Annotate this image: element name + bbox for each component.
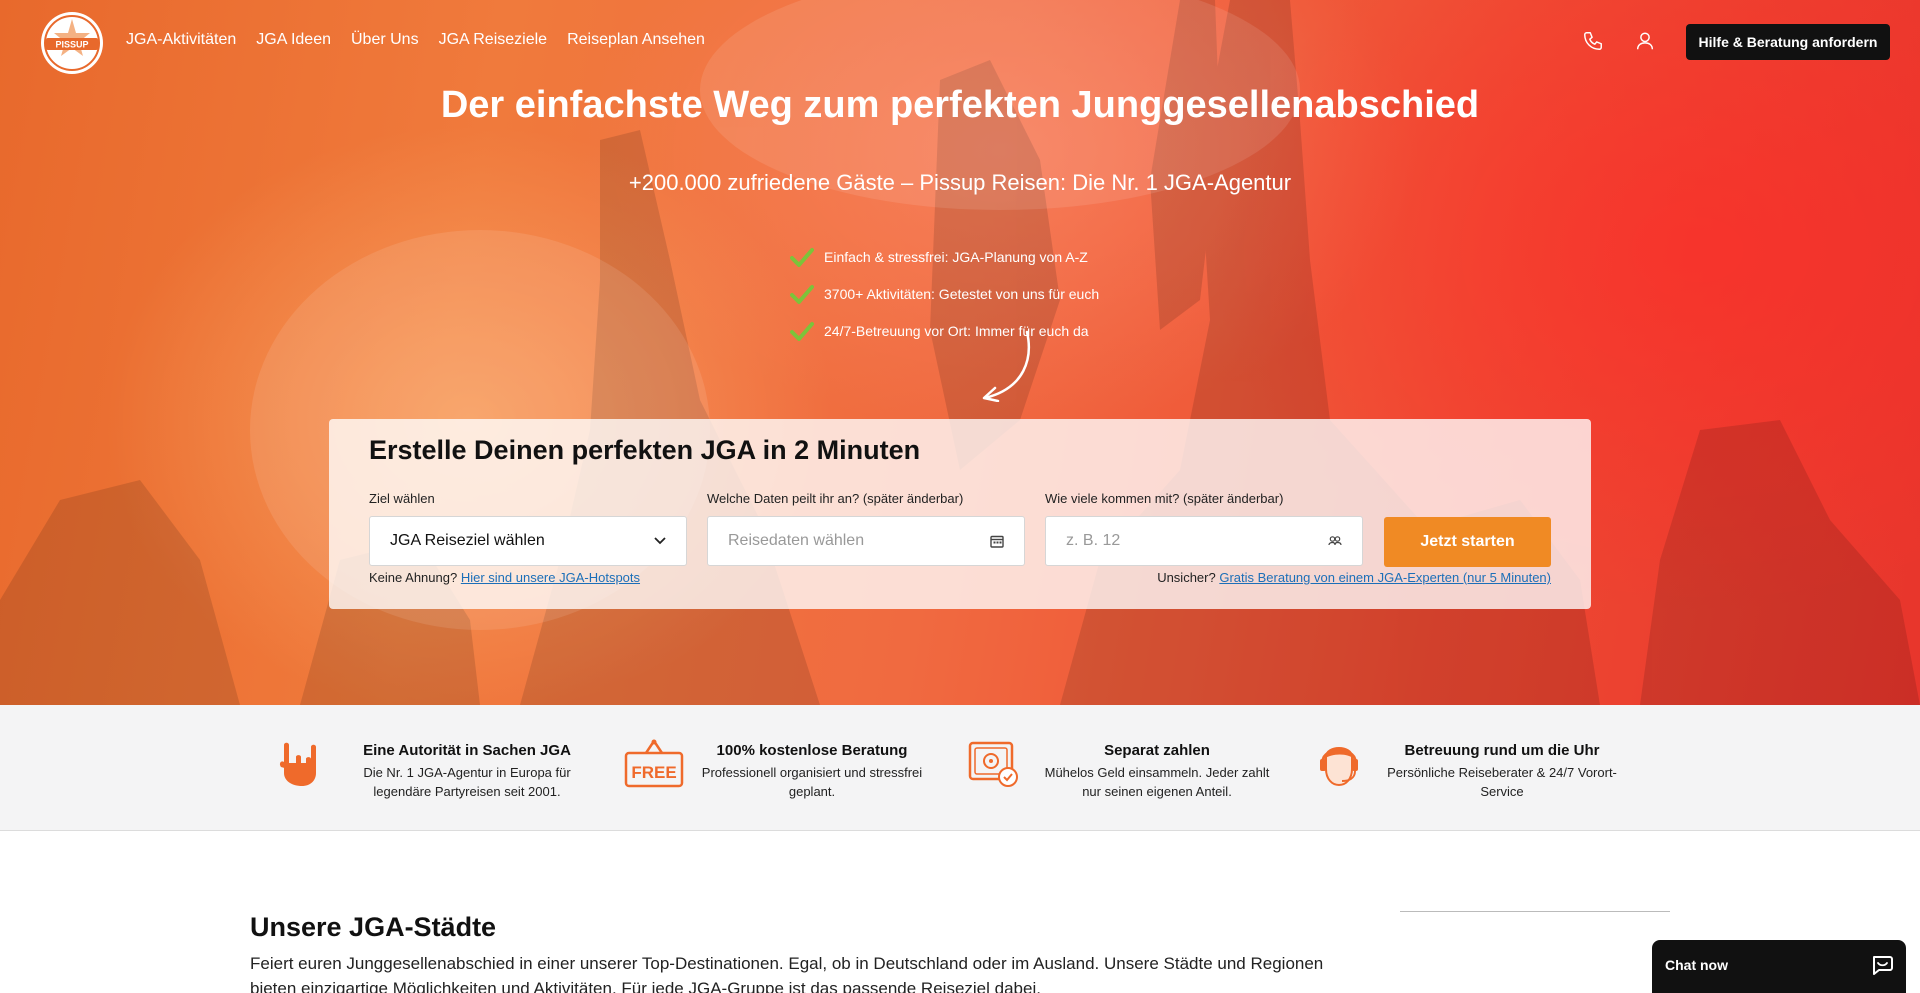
feature-text: 100% kostenlose Beratung Professionell o… — [692, 742, 932, 801]
consultation-hint: Unsicher? Gratis Beratung von einem JGA-… — [1157, 570, 1551, 585]
check-icon — [790, 321, 814, 341]
feature-title: 100% kostenlose Beratung — [716, 742, 908, 759]
people-icon — [1328, 536, 1342, 546]
calendar-icon — [990, 535, 1004, 548]
trip-planner-card: Erstelle Deinen perfekten JGA in 2 Minut… — [329, 419, 1591, 609]
nav-link-reiseplan[interactable]: Reiseplan Ansehen — [567, 31, 705, 49]
dates-input[interactable]: Reisedaten wählen — [707, 516, 1025, 566]
feature-desc: Persönliche Reiseberater & 24/7 Vorort-S… — [1387, 765, 1617, 799]
top-navigation: PISSUP JGA-Aktivitäten JGA Ideen Über Un… — [0, 0, 1920, 84]
usp-item: 24/7-Betreuung vor Ort: Immer für euch d… — [790, 312, 1099, 349]
group-size-placeholder: z. B. 12 — [1066, 532, 1121, 549]
feature-text: Eine Autorität in Sachen JGA Die Nr. 1 J… — [347, 742, 587, 801]
planner-title: Erstelle Deinen perfekten JGA in 2 Minut… — [369, 435, 921, 465]
feature-desc: Mühelos Geld einsammeln. Jeder zahlt nur… — [1044, 765, 1270, 799]
user-icon[interactable] — [1634, 30, 1656, 52]
consultation-hint-prefix: Unsicher? — [1157, 570, 1216, 585]
divider — [1400, 911, 1670, 912]
help-consultation-button[interactable]: Hilfe & Beratung anfordern — [1686, 24, 1890, 60]
destination-label: Ziel wählen — [369, 491, 435, 506]
pissup-logo[interactable]: PISSUP — [40, 11, 104, 75]
hero-headline: Der einfachste Weg zum perfekten Jungges… — [440, 84, 1480, 126]
chat-label: Chat now — [1665, 957, 1728, 973]
main-menu: JGA-Aktivitäten JGA Ideen Über Uns JGA R… — [126, 31, 705, 49]
feature-desc: Die Nr. 1 JGA-Agentur in Europa für lege… — [363, 765, 571, 799]
svg-text:FREE: FREE — [631, 763, 676, 782]
group-size-label: Wie viele kommen mit? (später änderbar) — [1045, 491, 1284, 506]
chevron-down-icon — [654, 537, 666, 545]
free-consultation-link[interactable]: Gratis Beratung von einem JGA-Experten (… — [1219, 570, 1551, 585]
group-size-input[interactable]: z. B. 12 — [1045, 516, 1363, 566]
hero-section: PISSUP JGA-Aktivitäten JGA Ideen Über Un… — [0, 0, 1920, 705]
usp-list: Einfach & stressfrei: JGA-Planung von A-… — [790, 238, 1099, 349]
hotspots-link[interactable]: Hier sind unsere JGA-Hotspots — [461, 570, 640, 585]
destination-select[interactable]: JGA Reiseziel wählen — [369, 516, 687, 566]
feature-title: Eine Autorität in Sachen JGA — [363, 742, 571, 759]
phone-icon[interactable] — [1582, 30, 1604, 52]
hotspots-hint: Keine Ahnung? Hier sind unsere JGA-Hotsp… — [369, 570, 640, 585]
usp-item: 3700+ Aktivitäten: Getestet von uns für … — [790, 275, 1099, 312]
dates-label: Welche Daten peilt ihr an? (später änder… — [707, 491, 964, 506]
rock-hand-icon — [279, 742, 316, 786]
feature-title: Betreuung rund um die Uhr — [1404, 742, 1600, 759]
svg-text:PISSUP: PISSUP — [55, 40, 88, 50]
nav-link-jga-reiseziele[interactable]: JGA Reiseziele — [439, 31, 548, 49]
dates-placeholder: Reisedaten wählen — [728, 532, 865, 549]
usp-item: Einfach & stressfrei: JGA-Planung von A-… — [790, 238, 1099, 275]
check-icon — [790, 247, 814, 267]
usp-text: 3700+ Aktivitäten: Getestet von uns für … — [824, 285, 1100, 302]
start-button[interactable]: Jetzt starten — [1384, 517, 1551, 567]
feature-title: Separat zahlen — [1104, 742, 1210, 759]
chat-bubble-icon — [1873, 956, 1893, 975]
check-icon — [790, 284, 814, 304]
feature-text: Betreuung rund um die Uhr Persönliche Re… — [1382, 742, 1622, 801]
nav-link-ueber-uns[interactable]: Über Uns — [351, 31, 419, 49]
hero-subline: +200.000 zufriedene Gäste – Pissup Reise… — [628, 170, 1292, 195]
feature-desc: Professionell organisiert und stressfrei… — [701, 765, 923, 799]
nav-link-jga-ideen[interactable]: JGA Ideen — [256, 31, 331, 49]
features-bar: Eine Autorität in Sachen JGA Die Nr. 1 J… — [0, 705, 1920, 831]
chat-widget[interactable]: Chat now — [1652, 940, 1906, 993]
usp-text: 24/7-Betreuung vor Ort: Immer für euch d… — [824, 322, 1089, 339]
usp-text: Einfach & stressfrei: JGA-Planung von A-… — [824, 248, 1088, 265]
free-tag-icon: FREE — [624, 739, 684, 788]
support-agent-icon — [1320, 747, 1358, 787]
cities-title: Unsere JGA-Städte — [250, 912, 497, 942]
safe-icon — [968, 741, 1018, 787]
curved-arrow-icon — [982, 330, 1031, 402]
destination-select-value: JGA Reiseziel wählen — [390, 532, 545, 549]
cities-intro-text: Feiert euren Junggesellenabschied in ein… — [250, 954, 1324, 993]
feature-text: Separat zahlen Mühelos Geld einsammeln. … — [1037, 742, 1277, 801]
hotspots-hint-prefix: Keine Ahnung? — [369, 570, 458, 585]
nav-link-jga-aktivitaeten[interactable]: JGA-Aktivitäten — [126, 31, 236, 49]
